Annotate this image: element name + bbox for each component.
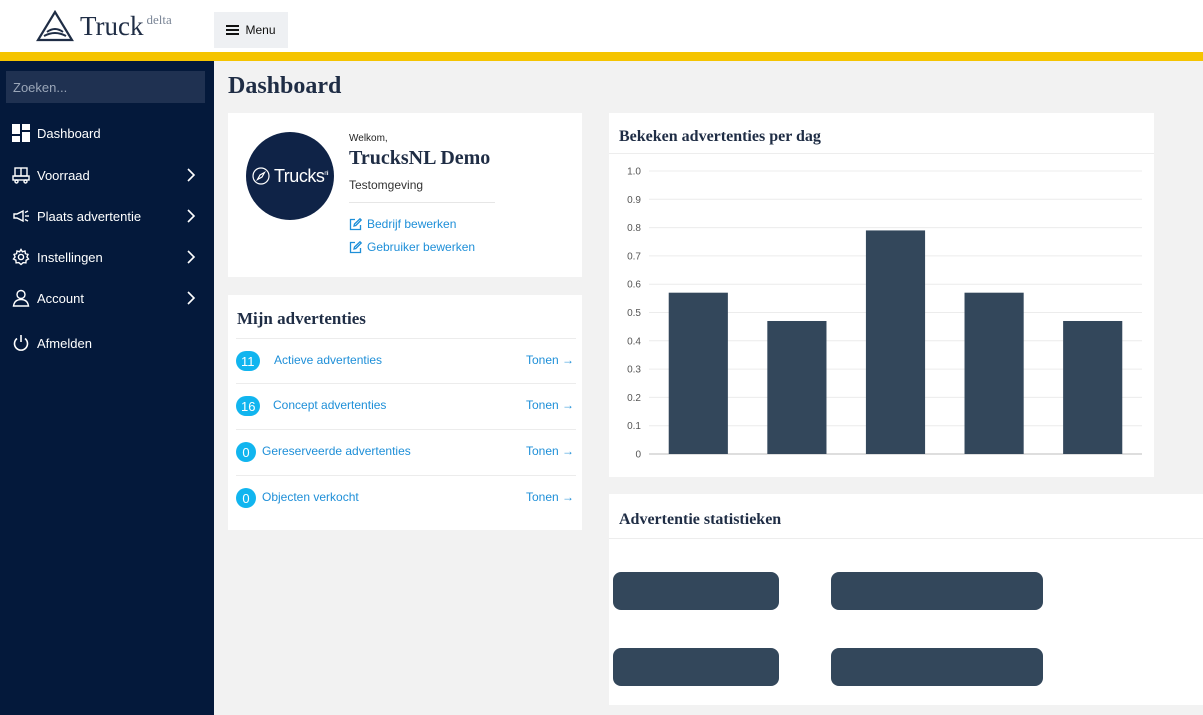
avatar-text: Trucksnl — [273, 165, 328, 186]
show-link[interactable]: Tonen → — [526, 490, 574, 504]
logo-text: Truck — [80, 10, 144, 41]
truckdelta-logo[interactable]: Truck delta — [36, 10, 172, 42]
chart-bar[interactable] — [767, 320, 827, 454]
y-tick-label: 0.7 — [627, 251, 641, 262]
sidebar-item-label: Account — [37, 290, 84, 306]
y-tick-label: 0.4 — [627, 336, 641, 347]
show-link[interactable]: Tonen → — [526, 398, 574, 412]
count-badge: 0 — [236, 488, 256, 508]
y-tick-label: 0.2 — [627, 393, 641, 404]
sidebar-item-account[interactable]: Account — [0, 280, 214, 316]
show-link[interactable]: Tonen → — [526, 444, 574, 458]
stat-placeholder — [613, 648, 779, 686]
y-tick-label: 0.9 — [627, 195, 641, 206]
chevron-right-icon — [187, 291, 196, 305]
ad-row-label[interactable]: Objecten verkocht — [262, 490, 359, 504]
sidebar-item-dashboard[interactable]: Dashboard — [0, 115, 214, 151]
chevron-right-icon — [187, 250, 196, 264]
views-chart-card: Bekeken advertenties per dag 0 0.1 0.2 0.3 0… — [609, 113, 1154, 477]
y-tick-label: 1.0 — [627, 167, 641, 178]
ad-row-label[interactable]: Gereserveerde advertenties — [262, 444, 411, 458]
menu-button-label: Menu — [245, 23, 276, 37]
sidebar-item-label: Instellingen — [37, 249, 103, 265]
megaphone-icon — [12, 207, 30, 225]
stats-title: Advertentie statistieken — [619, 511, 782, 528]
user-icon — [12, 289, 30, 307]
truck-icon — [12, 166, 30, 184]
my-ads-title: Mijn advertenties — [237, 309, 366, 328]
stat-placeholder — [831, 572, 1043, 610]
sidebar-item-label: Afmelden — [37, 335, 92, 351]
sidebar-item-instellingen[interactable]: Instellingen — [0, 239, 214, 275]
gear-icon — [12, 248, 30, 266]
chevron-right-icon — [187, 168, 196, 182]
ad-stats-card: Advertentie statistieken — [609, 494, 1203, 705]
list-item: 0 Gereserveerde advertenties Tonen → — [236, 429, 576, 475]
menu-button[interactable]: Menu — [214, 12, 288, 48]
chevron-right-icon — [187, 209, 196, 223]
edit-company-link[interactable]: Bedrijf bewerken — [349, 217, 456, 231]
sidebar-item-plaats-advertentie[interactable]: Plaats advertentie — [0, 198, 214, 234]
chart-bar[interactable] — [1063, 320, 1123, 454]
logo-triangle-icon — [36, 10, 74, 42]
search-input[interactable] — [6, 71, 205, 103]
divider — [349, 202, 495, 203]
stats-header: Advertentie statistieken — [609, 494, 1203, 539]
show-link[interactable]: Tonen → — [526, 353, 574, 367]
logo-sup-text: delta — [146, 12, 172, 27]
sidebar-item-label: Voorraad — [37, 167, 90, 183]
top-bar: Truck delta Menu — [0, 0, 1203, 52]
count-badge: 16 — [236, 396, 261, 416]
accent-stripe — [0, 52, 1203, 61]
company-name: TrucksNL Demo — [349, 147, 491, 169]
company-avatar: Trucksnl — [246, 132, 334, 220]
sidebar-item-voorraad[interactable]: Voorraad — [0, 157, 214, 193]
dashboard-icon — [12, 124, 30, 142]
y-tick-label: 0.3 — [627, 365, 641, 376]
edit-user-link[interactable]: Gebruiker bewerken — [349, 240, 475, 254]
compass-icon — [252, 167, 270, 185]
count-badge: 11 — [236, 351, 260, 371]
bar-chart: 0 0.1 0.2 0.3 0.4 0.5 0.6 0.7 0.8 0.9 1.0 — [627, 167, 1142, 461]
chart-bar[interactable] — [964, 292, 1024, 454]
y-tick-label: 0.5 — [627, 308, 641, 319]
y-tick-label: 0 — [635, 450, 641, 461]
sidebar: Dashboard Voorraad Plaats advertentie In… — [0, 61, 214, 715]
sidebar-item-label: Dashboard — [37, 125, 101, 141]
list-item: 16 Concept advertenties Tonen → — [236, 383, 576, 429]
hamburger-icon — [226, 25, 240, 35]
welcome-greeting: Welkom, — [349, 133, 388, 144]
my-ads-card: Mijn advertenties 11 Actieve advertentie… — [228, 295, 582, 530]
count-badge: 0 — [236, 442, 256, 462]
edit-icon — [349, 240, 362, 253]
stat-placeholder — [831, 648, 1043, 686]
chart-bar[interactable] — [668, 292, 728, 454]
list-item: 0 Objecten verkocht Tonen → — [236, 475, 576, 521]
ad-row-label[interactable]: Actieve advertenties — [274, 353, 382, 367]
edit-icon — [349, 217, 362, 230]
ad-row-label[interactable]: Concept advertenties — [273, 398, 386, 412]
stat-placeholder — [613, 572, 779, 610]
welcome-card: Trucksnl Welkom, TrucksNL Demo Testomgev… — [228, 113, 582, 277]
sidebar-item-label: Plaats advertentie — [37, 208, 142, 224]
y-tick-label: 0.8 — [627, 223, 641, 234]
y-tick-label: 0.1 — [627, 421, 641, 432]
chart-bar[interactable] — [865, 230, 926, 454]
environment-label: Testomgeving — [349, 178, 424, 192]
sidebar-item-afmelden[interactable]: Afmelden — [0, 325, 214, 361]
list-item: 11 Actieve advertenties Tonen → — [236, 338, 576, 384]
power-icon — [12, 334, 30, 352]
y-tick-label: 0.6 — [627, 280, 641, 291]
page-title: Dashboard — [228, 73, 342, 99]
